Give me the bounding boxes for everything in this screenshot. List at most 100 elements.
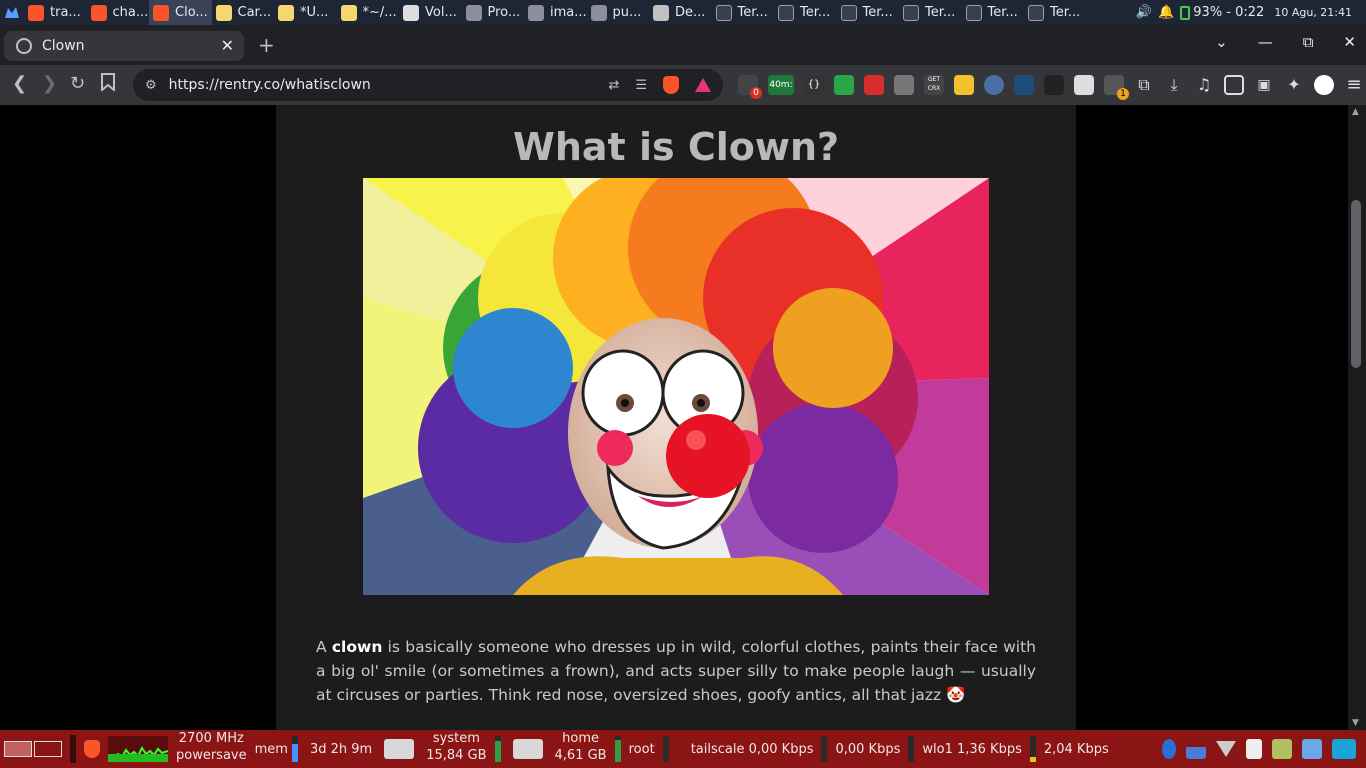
battery-icon xyxy=(1180,5,1191,20)
battery-status[interactable]: 93% - 0:22 xyxy=(1180,5,1264,20)
forward-button[interactable]: ❯ xyxy=(42,73,57,94)
clown-image xyxy=(363,178,989,595)
taskbar-item[interactable]: *U... xyxy=(274,0,337,25)
brave-shields-icon[interactable] xyxy=(663,76,679,94)
disk-system-icon xyxy=(384,739,415,759)
disk-system-bar xyxy=(494,736,501,762)
clipboard-icon[interactable] xyxy=(1246,739,1262,759)
taskbar-item[interactable]: Ter... xyxy=(962,0,1025,25)
system-tray: 🔊 🔔 93% - 0:22 10 Agu, 21:41 xyxy=(1136,5,1366,20)
terminal-icon xyxy=(965,4,982,21)
maximize-button[interactable]: ⧉ xyxy=(1303,33,1314,51)
notification-bell-icon[interactable]: 🔔 xyxy=(1158,5,1174,20)
taskbar-item-label: *U... xyxy=(300,5,329,20)
taskbar-item[interactable]: tra... xyxy=(24,0,87,25)
wifi-icon[interactable] xyxy=(1216,741,1236,757)
scroll-down-icon[interactable]: ▼ xyxy=(1352,718,1359,728)
new-tab-button[interactable]: + xyxy=(258,33,275,57)
address-bar[interactable]: ⚙ https://rentry.co/whatisclown ⇄ ☰ xyxy=(133,69,723,101)
signal-icon[interactable] xyxy=(1186,739,1206,759)
taskbar-item[interactable]: Ter... xyxy=(712,0,775,25)
taskbar-item[interactable]: *~/... xyxy=(337,0,400,25)
back-button[interactable]: ❮ xyxy=(12,73,27,94)
workspace-2[interactable] xyxy=(34,741,62,757)
net-tailscale-up: 0,00 Kbps xyxy=(835,741,901,757)
cursor-extension-icon[interactable] xyxy=(984,75,1004,95)
article-container: What is Clown? A clown is basically some… xyxy=(276,105,1076,730)
taskbar-item[interactable]: Clo... xyxy=(149,0,212,25)
bottom-panel: 2700 MHz powersave mem 3d 2h 9m system 1… xyxy=(0,730,1366,768)
taskbar-item[interactable]: cha... xyxy=(87,0,150,25)
workspace-switcher[interactable] xyxy=(0,730,66,768)
page-scrollbar[interactable]: ▲ ▼ xyxy=(1348,105,1366,730)
minimize-button[interactable]: — xyxy=(1258,33,1273,51)
close-tab-icon[interactable]: ✕ xyxy=(221,36,234,55)
getcrx-extension-icon[interactable]: GET CRX xyxy=(924,75,944,95)
tab-clown[interactable]: Clown ✕ xyxy=(4,31,244,61)
taskbar-item[interactable]: ima... xyxy=(524,0,587,25)
reader-mode-icon[interactable]: ☰ xyxy=(635,78,647,93)
download-icon[interactable]: ⤓ xyxy=(1164,75,1184,95)
taskbar-item-label: Ter... xyxy=(1050,5,1081,20)
url-text[interactable]: https://rentry.co/whatisclown xyxy=(169,77,371,93)
scroll-up-icon[interactable]: ▲ xyxy=(1352,107,1359,117)
profile-icon[interactable] xyxy=(1314,75,1334,95)
tab-search-icon[interactable]: ⌄ xyxy=(1215,33,1228,51)
cpu-graph xyxy=(104,730,172,768)
media-icon[interactable]: ♫ xyxy=(1194,75,1214,95)
green-extension-icon[interactable] xyxy=(834,75,854,95)
taskbar-item[interactable]: Ter... xyxy=(837,0,900,25)
terminal-icon xyxy=(840,4,857,21)
taskbar-item-label: *~/... xyxy=(362,5,397,20)
browser-tab-strip: Clown ✕ + ⌄ — ⧉ ✕ xyxy=(0,25,1366,65)
globe-icon xyxy=(16,38,32,54)
scroll-thumb[interactable] xyxy=(1351,200,1361,368)
bat-extension-icon[interactable] xyxy=(1044,75,1064,95)
notification-extension-icon[interactable]: 1 xyxy=(1104,75,1129,100)
clock[interactable]: 10 Agu, 21:41 xyxy=(1274,6,1352,19)
taskbar-item[interactable]: Vol... xyxy=(399,0,462,25)
sidebar-icon[interactable] xyxy=(1224,75,1244,95)
taskbar-item[interactable]: Ter... xyxy=(774,0,837,25)
reload-button[interactable]: ↻ xyxy=(70,73,85,94)
puzzle-extensions-icon[interactable]: ⧉ xyxy=(1134,75,1154,95)
terminal-icon xyxy=(715,4,732,21)
volume-icon[interactable]: 🔊 xyxy=(1136,5,1152,20)
taskbar-item[interactable]: Ter... xyxy=(899,0,962,25)
taskbar-item[interactable]: De... xyxy=(649,0,712,25)
vscode-extension-icon[interactable] xyxy=(1014,75,1034,95)
translate-icon[interactable]: ⇄ xyxy=(608,78,619,93)
close-window-button[interactable]: ✕ xyxy=(1343,33,1356,51)
taskbar-item[interactable]: Pro... xyxy=(462,0,525,25)
trash-icon[interactable] xyxy=(1272,739,1292,759)
screen-icon[interactable] xyxy=(1302,739,1322,759)
brave-icon xyxy=(28,4,44,21)
site-settings-icon[interactable]: ⚙ xyxy=(145,78,157,93)
triangle-extension-icon[interactable] xyxy=(1074,75,1094,95)
red-extension-icon[interactable] xyxy=(864,75,884,95)
bluetooth-icon[interactable] xyxy=(1162,739,1176,759)
leo-ai-icon[interactable]: ✦ xyxy=(1284,75,1304,95)
page-title: What is Clown? xyxy=(512,125,840,169)
trash-extension-icon[interactable]: 0 xyxy=(738,75,762,99)
app-launcher-icon[interactable] xyxy=(0,0,24,25)
taskbar-item[interactable]: pu... xyxy=(587,0,650,25)
folder-icon xyxy=(465,4,482,21)
brave-rewards-icon[interactable] xyxy=(695,78,711,92)
workspace-1[interactable] xyxy=(4,741,32,757)
yellow-extension-icon[interactable] xyxy=(954,75,974,95)
terminal-icon xyxy=(1028,4,1044,21)
camera-extension-icon[interactable] xyxy=(894,75,914,95)
menu-icon[interactable]: ≡ xyxy=(1344,75,1364,95)
terminal-icon xyxy=(778,4,794,21)
show-desktop-icon[interactable] xyxy=(1332,739,1356,759)
wallet-icon[interactable]: ▣ xyxy=(1254,75,1274,95)
taskbar-item-label: Pro... xyxy=(487,5,521,20)
timer-extension-icon[interactable]: 40m: xyxy=(768,75,794,95)
brave-launcher-icon[interactable] xyxy=(80,730,104,768)
bookmark-icon[interactable] xyxy=(101,73,115,96)
curly-braces-extension-icon[interactable]: {} xyxy=(804,75,824,95)
taskbar-item[interactable]: Car... xyxy=(212,0,275,25)
volume-app-icon xyxy=(403,4,419,21)
taskbar-item[interactable]: Ter... xyxy=(1024,0,1087,25)
